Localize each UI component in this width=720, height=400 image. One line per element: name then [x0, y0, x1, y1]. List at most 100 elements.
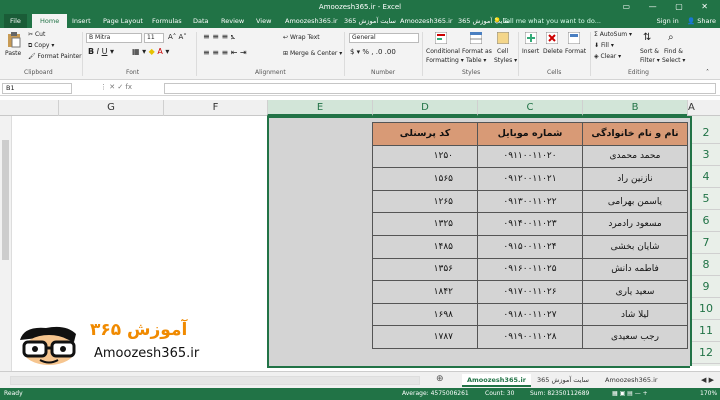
tab-home[interactable]: Home — [32, 14, 68, 28]
cell-name[interactable]: فاطمه دانش — [582, 257, 688, 282]
cell-name[interactable]: سعید یاری — [582, 280, 688, 304]
cell-mobile[interactable]: ۰۹۱۵۰۰۱۱۰۲۴ — [477, 234, 583, 259]
tab-formulas[interactable]: Formulas — [152, 14, 182, 28]
cell-code[interactable]: ۱۳۵۶ — [372, 257, 478, 282]
clear-button[interactable]: ◈ Clear ▾ — [594, 53, 621, 60]
cell-mobile[interactable]: ۰۹۱۶۰۰۱۱۰۲۵ — [477, 257, 583, 282]
horizontal-scrollbar[interactable] — [10, 376, 420, 385]
row-header[interactable]: 10 — [692, 298, 720, 320]
format-as-table-button[interactable]: Format as — [462, 48, 492, 55]
number-format-buttons[interactable]: $ ▾ % , .0 .00 — [350, 48, 396, 56]
wrap-text-button[interactable]: ↩ Wrap Text — [283, 34, 320, 41]
cell-name[interactable]: یاسمن بهرامی — [582, 189, 688, 214]
row-header[interactable]: 12 — [692, 342, 720, 364]
cell-mobile[interactable]: ۰۹۱۸۰۰۱۱۰۲۷ — [477, 302, 583, 327]
cell-mobile[interactable]: ۰۹۱۲۰۰۱۱۰۲۱ — [477, 167, 583, 191]
conditional-formatting-button[interactable]: Conditional — [426, 48, 460, 55]
view-mode-icons[interactable]: ▦ ▣ ▤ — + — [612, 388, 648, 400]
sheet-nav-icon[interactable]: ◀ ▶ — [696, 374, 719, 387]
header-mobile[interactable]: شماره موبایل — [477, 122, 583, 146]
column-header-f[interactable]: F — [163, 100, 267, 116]
row-header[interactable]: 8 — [692, 254, 720, 276]
font-style-buttons[interactable]: B I U ▾ — [88, 47, 114, 56]
format-painter-button[interactable]: 🖌 Format Painter — [28, 53, 82, 60]
sheet-tab-3[interactable]: Amoozesh365.ir — [600, 374, 663, 387]
row-header[interactable]: 11 — [692, 320, 720, 342]
tab-file[interactable]: File — [4, 14, 27, 28]
window-controls[interactable]: ▭ — ▢ ✕ — [623, 0, 716, 14]
column-header-e[interactable]: E — [267, 100, 372, 116]
horizontal-align-buttons[interactable]: ≡ ≡ ≡ ⇤ ⇥ — [203, 48, 247, 57]
sheet-tab-1[interactable]: Amoozesh365.ir — [462, 374, 531, 387]
row-header[interactable]: 4 — [692, 166, 720, 188]
paste-button[interactable]: Paste — [5, 50, 21, 57]
cut-button[interactable]: ✂ Cut — [28, 31, 45, 38]
row-header[interactable]: 6 — [692, 210, 720, 232]
row-header[interactable]: 7 — [692, 232, 720, 254]
tab-page-layout[interactable]: Page Layout — [103, 14, 143, 28]
column-header-c[interactable]: C — [477, 100, 582, 116]
cell-name[interactable]: محمد محمدی — [582, 144, 688, 169]
collapse-ribbon-icon[interactable]: ˄ — [706, 69, 709, 76]
cell-mobile[interactable]: ۰۹۱۹۰۰۱۱۰۲۸ — [477, 325, 583, 349]
scroll-thumb[interactable] — [2, 140, 9, 260]
tab-insert[interactable]: Insert — [72, 14, 91, 28]
tab-custom-3[interactable]: Amoozesh365.ir — [400, 14, 453, 28]
tab-data[interactable]: Data — [193, 14, 209, 28]
font-name-select[interactable]: B Mitra — [86, 33, 142, 43]
cell-styles-button[interactable]: Cell — [497, 48, 508, 55]
cell-code[interactable]: ۱۸۴۲ — [372, 280, 478, 304]
cell-name[interactable]: نازنین راد — [582, 167, 688, 191]
cell-mobile[interactable]: ۰۹۱۷۰۰۱۱۰۲۶ — [477, 280, 583, 304]
merge-center-button[interactable]: ⊞ Merge & Center ▾ — [283, 50, 342, 57]
number-format-select[interactable]: General — [349, 33, 419, 43]
cell-code[interactable]: ۱۲۶۵ — [372, 189, 478, 214]
copy-button[interactable]: ⧉ Copy ▾ — [28, 42, 54, 50]
row-header[interactable]: 2 — [692, 122, 720, 144]
grow-shrink-font[interactable]: A˄ A˅ — [168, 33, 187, 41]
formula-icons[interactable]: ⋮ ✕ ✓ fx — [100, 83, 132, 91]
find-select-button[interactable]: Find & — [664, 48, 683, 55]
cell-name[interactable]: مسعود رادمرد — [582, 212, 688, 236]
cell-code[interactable]: ۱۷۸۷ — [372, 325, 478, 349]
tell-me-box[interactable]: 💡 Tell me what you want to do... — [493, 14, 601, 28]
border-fill-color[interactable]: ▦ ▾ ◆ A ▾ — [132, 47, 169, 56]
cell-mobile[interactable]: ۰۹۱۱۰۰۱۱۰۲۰ — [477, 144, 583, 169]
share-button[interactable]: Share — [697, 17, 716, 25]
delete-button[interactable]: Delete — [543, 48, 563, 55]
insert-button[interactable]: Insert — [522, 48, 539, 55]
tab-review[interactable]: Review — [221, 14, 244, 28]
cell-mobile[interactable]: ۰۹۱۴۰۰۱۱۰۲۳ — [477, 212, 583, 236]
autosum-button[interactable]: Σ AutoSum ▾ — [594, 31, 632, 38]
row-header[interactable]: 5 — [692, 188, 720, 210]
formula-input[interactable] — [164, 83, 716, 94]
column-header-a[interactable]: A — [687, 100, 720, 116]
column-header-b[interactable]: B — [582, 100, 687, 116]
cell-name[interactable]: شایان بخشی — [582, 234, 688, 259]
fill-button[interactable]: ⬇ Fill ▾ — [594, 42, 614, 49]
sort-filter-button[interactable]: Sort & — [640, 48, 659, 55]
tab-custom-2[interactable]: سایت آموزش 365 — [344, 14, 396, 28]
header-full-name[interactable]: نام و نام خانوادگی — [582, 122, 688, 146]
cell-code[interactable]: ۱۲۵۰ — [372, 144, 478, 169]
row-header[interactable]: 9 — [692, 276, 720, 298]
format-button[interactable]: Format — [565, 48, 586, 55]
column-header-d[interactable]: D — [372, 100, 477, 116]
cell-name[interactable]: رجب سعیدی — [582, 325, 688, 349]
header-personnel-code[interactable]: کد پرسنلی — [372, 122, 478, 146]
row-header[interactable]: 3 — [692, 144, 720, 166]
font-size-select[interactable]: 11 — [144, 33, 164, 43]
vertical-scrollbar[interactable] — [0, 116, 12, 371]
cell-code[interactable]: ۱۵۶۵ — [372, 167, 478, 191]
tab-custom-1[interactable]: Amoozesh365.ir — [285, 14, 338, 28]
add-sheet-icon[interactable]: ⊕ — [436, 374, 444, 384]
cell-code[interactable]: ۱۴۸۵ — [372, 234, 478, 259]
name-box[interactable]: B1 — [2, 83, 72, 94]
sheet-tab-2[interactable]: سایت آموزش 365 — [532, 374, 594, 387]
column-header-g[interactable]: G — [58, 100, 163, 116]
cell-mobile[interactable]: ۰۹۱۳۰۰۱۱۰۲۲ — [477, 189, 583, 214]
cell-name[interactable]: لیلا شاد — [582, 302, 688, 327]
cell-code[interactable]: ۱۳۲۵ — [372, 212, 478, 236]
sign-in-link[interactable]: Sign in — [657, 17, 679, 25]
cell-code[interactable]: ۱۶۹۸ — [372, 302, 478, 327]
